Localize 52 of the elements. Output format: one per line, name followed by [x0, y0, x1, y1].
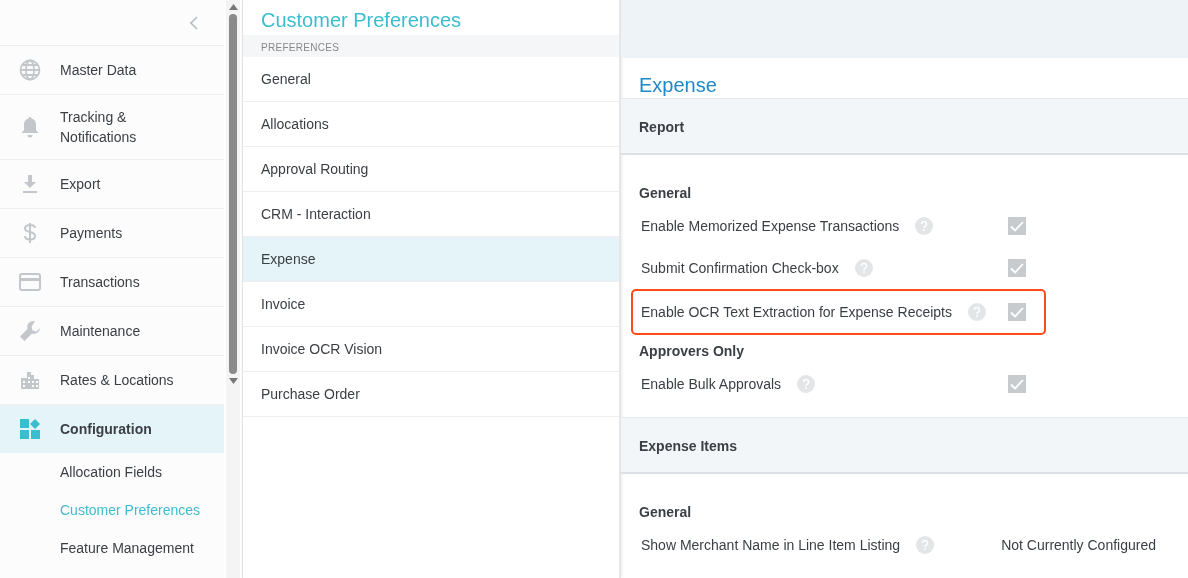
group-title: General [638, 503, 693, 522]
checkbox[interactable] [1008, 303, 1026, 321]
scrollbar[interactable] [226, 0, 240, 578]
nav-item[interactable]: Transactions [0, 258, 224, 307]
card-icon [19, 273, 41, 291]
scroll-thumb[interactable] [229, 14, 237, 374]
nav-item[interactable]: Tracking & Notifications [0, 95, 224, 160]
group-title: General [638, 184, 693, 203]
preference-item[interactable]: Approval Routing [243, 147, 619, 192]
checkbox[interactable] [1008, 259, 1026, 277]
nav-item[interactable]: Maintenance [0, 307, 224, 356]
help-icon[interactable] [854, 259, 873, 277]
setting-label: Enable Memorized Expense Transactions [641, 218, 900, 234]
preference-item[interactable]: Purchase Order [243, 372, 619, 417]
nav-item[interactable]: Payments [0, 209, 224, 258]
help-icon[interactable] [797, 375, 816, 393]
setting-label: Submit Confirmation Check-box [641, 260, 839, 276]
page-title: Expense [638, 73, 718, 98]
dashboard-icon [20, 419, 40, 439]
building-icon [20, 370, 40, 390]
checkbox[interactable] [1008, 375, 1026, 393]
sub-nav-item[interactable]: Allocation Fields [0, 453, 224, 491]
preference-item[interactable]: Invoice OCR Vision [243, 327, 619, 372]
nav-item[interactable]: Export [0, 160, 224, 209]
nav-item[interactable]: Master Data [0, 46, 224, 95]
scroll-down-icon[interactable] [228, 378, 238, 384]
setting-label: Enable OCR Text Extraction for Expense Receipts [641, 304, 952, 320]
wrench-icon [19, 320, 41, 342]
setting-label: Show Merchant Name in Line Item Listing [641, 537, 901, 553]
collapse-icon[interactable] [190, 15, 198, 30]
preference-item[interactable]: Expense [243, 237, 619, 282]
download-icon [21, 174, 39, 194]
help-icon[interactable] [915, 217, 934, 235]
group-title: Approvers Only [638, 342, 746, 361]
checkbox[interactable] [1008, 217, 1026, 235]
setting-label: Enable Bulk Approvals [641, 376, 782, 392]
help-icon[interactable] [916, 536, 935, 554]
panel-title: Customer Preferences [260, 8, 463, 33]
section-header: Expense Items [621, 417, 1188, 474]
bell-icon [20, 116, 40, 138]
section-header: Report [621, 98, 1188, 155]
setting-value: Not Currently Configured [1001, 537, 1156, 553]
sub-nav-item[interactable]: Feature Management [0, 529, 224, 567]
preference-item[interactable]: Allocations [243, 102, 619, 147]
globe-icon [19, 59, 41, 81]
preference-item[interactable]: Invoice [243, 282, 619, 327]
preference-item[interactable]: General [243, 57, 619, 102]
section-label: PREFERENCES [243, 35, 619, 57]
scroll-up-icon[interactable] [228, 4, 238, 10]
help-icon[interactable] [968, 303, 986, 321]
nav-item[interactable]: Configuration [0, 405, 224, 453]
dollar-icon [23, 222, 37, 244]
